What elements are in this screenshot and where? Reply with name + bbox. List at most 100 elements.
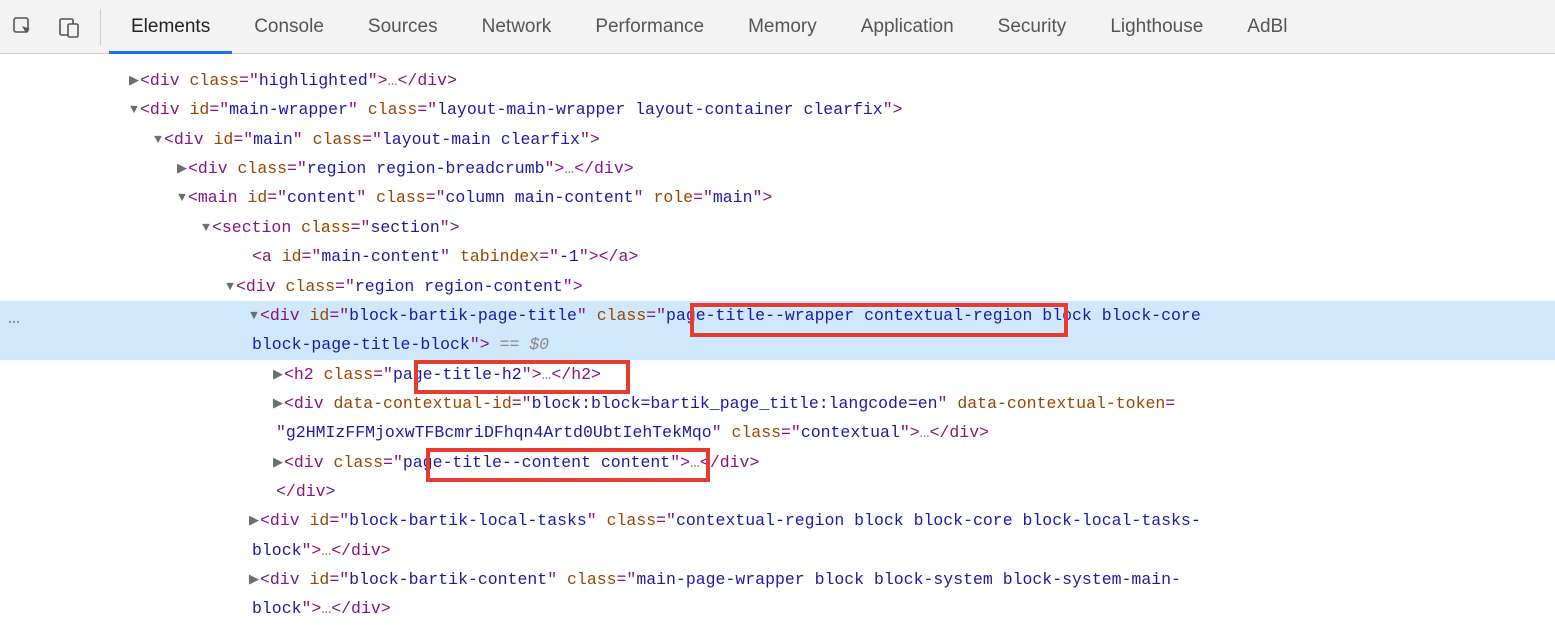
token-punc: >	[447, 71, 457, 90]
token-attrval: block	[252, 599, 302, 618]
token-punc: <	[260, 511, 270, 530]
tab-application[interactable]: Application	[839, 0, 976, 54]
expand-arrow-icon[interactable]: ▶	[128, 69, 140, 92]
dom-tree-line[interactable]: ▶<h2 class="page-title-h2">…</h2>	[0, 360, 1555, 389]
token-punc: ">	[522, 365, 542, 384]
token-punc: ">	[670, 453, 690, 472]
token-text	[228, 159, 238, 178]
token-text	[324, 453, 334, 472]
dom-tree-line[interactable]: <a id="main-content" tabindex="-1"></a>	[0, 242, 1555, 271]
dom-tree-line[interactable]: ▶<div id="block-bartik-local-tasks" clas…	[0, 506, 1555, 535]
token-attrval: block-bartik-page-title	[349, 306, 577, 325]
token-punc: ="	[693, 188, 713, 207]
collapse-arrow-icon[interactable]: ▼	[248, 304, 260, 327]
tab-performance[interactable]: Performance	[573, 0, 726, 54]
token-punc: >	[749, 453, 759, 472]
token-attrname: class	[607, 511, 657, 530]
dom-tree-line[interactable]: ▶<div class="highlighted">…</div>	[0, 66, 1555, 95]
collapse-arrow-icon[interactable]: ▼	[152, 128, 164, 151]
expand-arrow-icon[interactable]: ▶	[248, 568, 260, 591]
token-tag: div	[270, 570, 300, 589]
dom-tree-line[interactable]: "g2HMIzFFMjoxwTFBcmriDFhqn4Artd0UbtIehTe…	[0, 418, 1555, 447]
token-attrname: class	[368, 100, 418, 119]
tab-elements[interactable]: Elements	[109, 0, 232, 54]
dom-tree-line[interactable]: …▼<div id="block-bartik-page-title" clas…	[0, 301, 1555, 330]
collapse-arrow-icon[interactable]: ▼	[200, 216, 212, 239]
expand-arrow-icon[interactable]: ▶	[248, 509, 260, 532]
token-attrname: class	[334, 453, 384, 472]
token-punc: "	[293, 130, 313, 149]
collapse-arrow-icon[interactable]: ▼	[128, 98, 140, 121]
token-attrval: highlighted	[259, 71, 368, 90]
tab-lighthouse[interactable]: Lighthouse	[1088, 0, 1225, 54]
dom-tree-line[interactable]: block-page-title-block"> == $0	[0, 330, 1555, 359]
token-tag: div	[294, 453, 324, 472]
token-attrname: tabindex	[460, 247, 539, 266]
token-attrval: layout-main-wrapper layout-container cle…	[437, 100, 883, 119]
token-punc: >	[979, 423, 989, 442]
inspect-icon[interactable]	[0, 0, 46, 54]
dom-tree-line[interactable]: ▼<div id="main-wrapper" class="layout-ma…	[0, 95, 1555, 124]
token-punc: >	[591, 365, 601, 384]
collapse-arrow-icon[interactable]: ▼	[176, 186, 188, 209]
token-tag: div	[174, 130, 204, 149]
tab-network[interactable]: Network	[460, 0, 574, 54]
elements-panel[interactable]: ▶<div class="highlighted">…</div>▼<div i…	[0, 54, 1555, 644]
token-punc: "	[587, 511, 607, 530]
token-text	[291, 218, 301, 237]
expand-arrow-icon[interactable]: ▶	[272, 363, 284, 386]
dom-tree-line[interactable]: ▶<div data-contextual-id="block:block=ba…	[0, 389, 1555, 418]
tab-memory[interactable]: Memory	[726, 0, 839, 54]
tab-console[interactable]: Console	[232, 0, 346, 54]
dom-tree-line[interactable]: ▼<main id="content" class="column main-c…	[0, 183, 1555, 212]
token-punc: ">	[368, 71, 388, 90]
token-comment: == $0	[500, 335, 550, 354]
token-attrname: id	[214, 130, 234, 149]
token-tag: section	[222, 218, 291, 237]
dom-tree-line[interactable]: ▶<div class="region region-breadcrumb">……	[0, 154, 1555, 183]
token-attrval: block:block=bartik_page_title:langcode=e…	[532, 394, 938, 413]
dom-tree-line[interactable]: ▼<div class="region region-content">	[0, 272, 1555, 301]
token-attrval: block	[252, 541, 302, 560]
token-attrname: id	[190, 100, 210, 119]
token-tag: div	[296, 482, 326, 501]
token-attrname: class	[301, 218, 351, 237]
device-toggle-icon[interactable]	[46, 0, 92, 54]
dom-tree-line[interactable]: ▼<div id="main" class="layout-main clear…	[0, 125, 1555, 154]
token-tag: div	[246, 277, 276, 296]
token-attrval: page-title--wrapper contextual-region bl…	[666, 306, 1201, 325]
token-punc: <	[140, 71, 150, 90]
dom-tree-line[interactable]: </div>	[0, 477, 1555, 506]
token-attrval: main-content	[321, 247, 440, 266]
expand-arrow-icon[interactable]: ▶	[176, 157, 188, 180]
token-punc: ">	[470, 335, 500, 354]
token-ellipsis: …	[388, 71, 398, 90]
token-punc: <	[188, 159, 198, 178]
token-punc: "	[356, 188, 376, 207]
tab-adbl[interactable]: AdBl	[1225, 0, 1309, 54]
token-attrname: class	[286, 277, 336, 296]
dom-tree-line[interactable]: block">…</div>	[0, 536, 1555, 565]
expand-arrow-icon[interactable]: ▶	[272, 451, 284, 474]
token-attrname: id	[247, 188, 267, 207]
token-punc: <	[212, 218, 222, 237]
token-punc: </	[574, 159, 594, 178]
tab-security[interactable]: Security	[976, 0, 1089, 54]
token-punc: </	[551, 365, 571, 384]
dom-tree-line[interactable]: ▶<div class="page-title--content content…	[0, 448, 1555, 477]
dom-tree-line[interactable]: ▶<div id="block-bartik-content" class="m…	[0, 565, 1555, 594]
token-punc: >	[628, 247, 638, 266]
token-punc: </	[331, 541, 351, 560]
token-attrname: class	[238, 159, 288, 178]
dom-tree-line[interactable]: block">…</div>	[0, 594, 1555, 623]
dom-tree-line[interactable]: ▼<section class="section">	[0, 213, 1555, 242]
token-punc: ="	[267, 188, 287, 207]
token-tag: div	[270, 511, 300, 530]
collapse-arrow-icon[interactable]: ▼	[224, 275, 236, 298]
token-attrval: main-wrapper	[229, 100, 348, 119]
token-punc: ="	[512, 394, 532, 413]
expand-arrow-icon[interactable]: ▶	[272, 392, 284, 415]
token-punc: ="	[781, 423, 801, 442]
token-tag: div	[150, 100, 180, 119]
tab-sources[interactable]: Sources	[346, 0, 460, 54]
